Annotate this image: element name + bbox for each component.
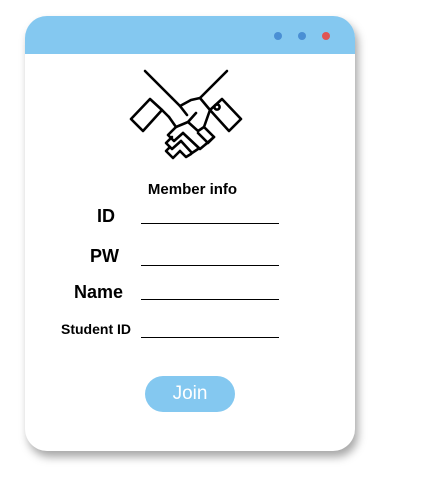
app-window: Member info ID PW Name Student ID Join xyxy=(25,16,355,451)
id-label: ID xyxy=(97,206,115,226)
name-input[interactable] xyxy=(141,281,279,300)
password-label: PW xyxy=(90,246,119,266)
id-input[interactable] xyxy=(141,205,279,224)
student-id-input[interactable] xyxy=(141,319,279,338)
student-id-label: Student ID xyxy=(61,321,131,337)
handshake-icon xyxy=(129,69,243,160)
title-bar xyxy=(25,16,355,54)
password-input[interactable] xyxy=(141,247,279,266)
maximize-button[interactable] xyxy=(298,32,306,40)
name-label: Name xyxy=(73,282,123,302)
minimize-button[interactable] xyxy=(274,32,282,40)
join-button[interactable]: Join xyxy=(145,376,235,412)
form-heading: Member info xyxy=(147,181,238,198)
close-button[interactable] xyxy=(322,32,330,40)
